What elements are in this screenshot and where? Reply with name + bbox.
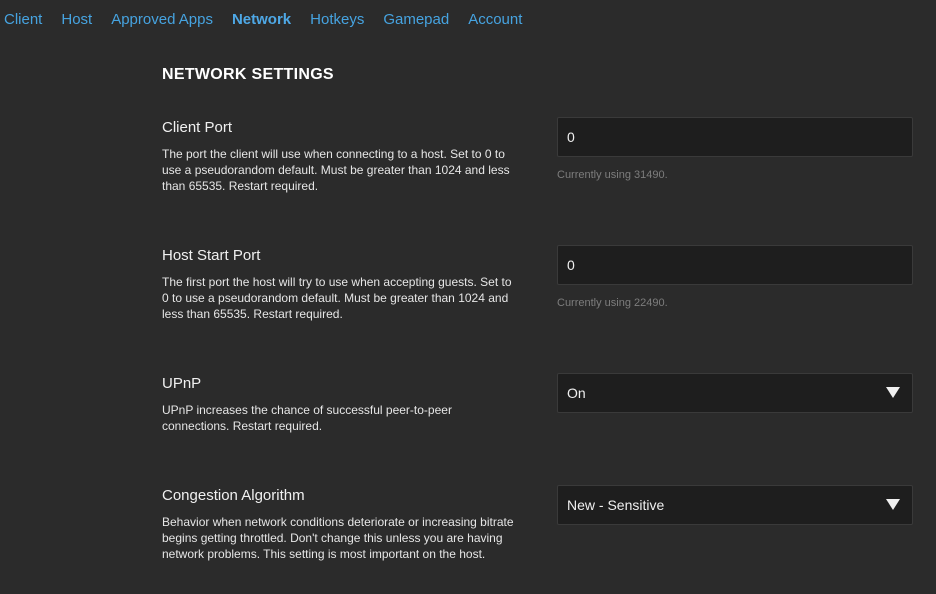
client-port-hint: Currently using 31490.	[557, 169, 668, 181]
congestion-algorithm-select[interactable]: New - Sensitive	[557, 485, 913, 525]
tab-account[interactable]: Account	[468, 11, 522, 28]
tab-network[interactable]: Network	[232, 11, 291, 28]
setting-description: The port the client will use when connec…	[162, 147, 510, 193]
tab-gamepad[interactable]: Gamepad	[383, 11, 449, 28]
congestion-selected-value: New - Sensitive	[567, 497, 665, 513]
host-start-port-field[interactable]	[557, 245, 913, 285]
tab-approved-apps[interactable]: Approved Apps	[111, 11, 213, 28]
dropdown-arrow-icon	[886, 499, 900, 510]
setting-description: Behavior when network conditions deterio…	[162, 515, 514, 561]
page-title: NETWORK SETTINGS	[162, 66, 334, 83]
setting-description: The first port the host will try to use …	[162, 275, 512, 321]
setting-description: UPnP increases the chance of successful …	[162, 403, 452, 433]
upnp-selected-value: On	[567, 385, 586, 401]
client-port-input[interactable]	[567, 129, 867, 145]
tab-host[interactable]: Host	[61, 11, 92, 28]
upnp-select[interactable]: On	[557, 373, 913, 413]
host-start-port-input[interactable]	[567, 257, 867, 273]
host-start-port-hint: Currently using 22490.	[557, 297, 668, 309]
dropdown-arrow-icon	[886, 387, 900, 398]
client-port-field[interactable]	[557, 117, 913, 157]
top-nav: Client Host Approved Apps Network Hotkey…	[0, 0, 936, 38]
tab-client[interactable]: Client	[4, 11, 42, 28]
tab-hotkeys[interactable]: Hotkeys	[310, 11, 364, 28]
